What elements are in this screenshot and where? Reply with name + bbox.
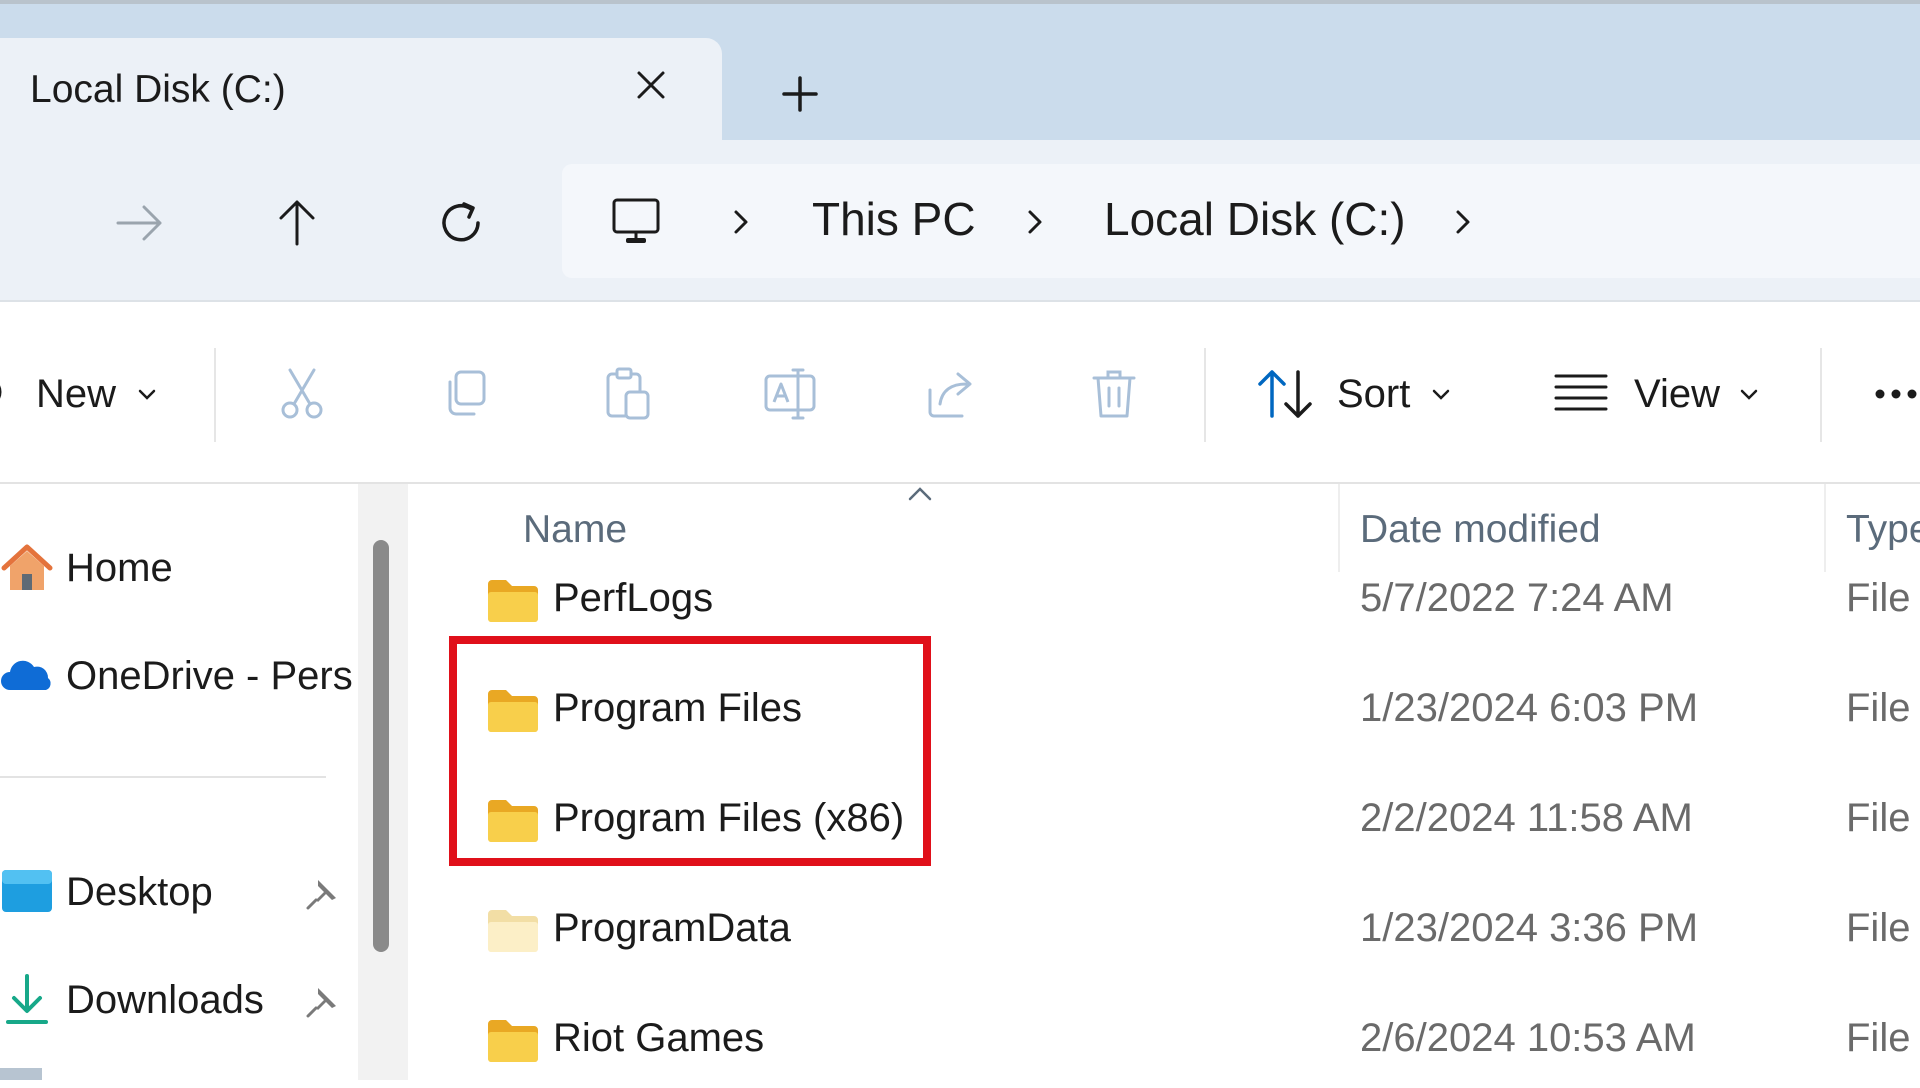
sidebar-item-downloads[interactable]: Downloads: [0, 960, 358, 1040]
new-button[interactable]: New: [0, 302, 176, 484]
sidebar-item-label: Home: [66, 546, 173, 590]
file-list: Name Date modified Type PerfLogs 5/7/202…: [408, 484, 1920, 1080]
tab-strip: Local Disk (C:): [0, 0, 1920, 144]
sort-button-label: Sort: [1337, 372, 1411, 416]
file-name: PerfLogs: [553, 576, 714, 620]
file-type: File: [1846, 686, 1911, 730]
address-bar[interactable]: This PC Local Disk (C:): [562, 164, 1920, 278]
new-tab-icon[interactable]: [770, 64, 830, 124]
chevron-right-icon[interactable]: [1018, 202, 1052, 242]
table-row[interactable]: PerfLogs 5/7/2022 7:24 AM File: [408, 558, 1920, 648]
breadcrumb-this-pc[interactable]: This PC: [812, 192, 976, 246]
command-bar: New Sort View: [0, 302, 1920, 484]
table-row[interactable]: Program Files 1/23/2024 6:03 PM File: [408, 668, 1920, 758]
folder-icon: [488, 910, 538, 952]
file-name: ProgramData: [553, 906, 791, 950]
column-header-name[interactable]: Name: [523, 508, 627, 552]
file-type: File: [1846, 796, 1911, 840]
file-date: 2/2/2024 11:58 AM: [1360, 796, 1693, 840]
sidebar-item-home[interactable]: Home: [0, 528, 358, 608]
sort-button[interactable]: Sort: [1240, 302, 1470, 484]
file-date: 2/6/2024 10:53 AM: [1360, 1016, 1696, 1060]
folder-icon: [488, 1020, 538, 1062]
pin-icon[interactable]: [304, 982, 342, 1020]
toolbar-divider: [1204, 348, 1206, 442]
navigation-pane: Home OneDrive - Perso Desktop Downloads: [0, 484, 358, 1080]
file-type: File: [1846, 906, 1911, 950]
file-date: 1/23/2024 3:36 PM: [1360, 906, 1699, 950]
sidebar-item-onedrive[interactable]: OneDrive - Perso: [0, 636, 358, 716]
file-type: File: [1846, 576, 1911, 620]
cut-icon[interactable]: [272, 364, 332, 424]
more-options-icon[interactable]: [1872, 384, 1920, 404]
sidebar-item-label: OneDrive - Perso: [66, 654, 354, 698]
up-arrow-icon[interactable]: [262, 188, 332, 258]
file-date: 1/23/2024 6:03 PM: [1360, 686, 1699, 730]
refresh-icon[interactable]: [426, 188, 496, 258]
table-row[interactable]: Program Files (x86) 2/2/2024 11:58 AM Fi…: [408, 778, 1920, 868]
delete-icon[interactable]: [1084, 364, 1144, 424]
new-button-label: New: [36, 372, 117, 416]
sidebar-item-label: Desktop: [66, 870, 213, 914]
pin-icon[interactable]: [304, 874, 342, 912]
chevron-right-icon[interactable]: [1446, 202, 1480, 242]
chevron-down-icon: [1432, 389, 1450, 400]
file-name: Program Files (x86): [553, 796, 905, 840]
home-icon: [1, 544, 53, 590]
close-icon[interactable]: [626, 60, 676, 110]
downloads-icon: [6, 974, 48, 1024]
file-name: Riot Games: [553, 1016, 765, 1060]
view-icon: [1554, 374, 1608, 411]
copy-icon[interactable]: [436, 364, 496, 424]
navigation-bar: This PC Local Disk (C:): [0, 140, 1920, 302]
tab-title: Local Disk (C:): [30, 68, 286, 111]
new-icon: [0, 385, 2, 399]
folder-icon: [488, 690, 538, 732]
rename-icon[interactable]: [760, 364, 820, 424]
scrollbar-thumb[interactable]: [373, 540, 389, 952]
view-button[interactable]: View: [1540, 302, 1780, 484]
sort-ascending-icon: [908, 487, 932, 501]
column-header-type[interactable]: Type: [1846, 508, 1920, 552]
tab-local-disk[interactable]: Local Disk (C:): [0, 38, 722, 144]
breadcrumb-local-disk[interactable]: Local Disk (C:): [1104, 192, 1406, 246]
folder-icon: [488, 800, 538, 842]
folder-icon: [488, 580, 538, 622]
table-row[interactable]: Riot Games 2/6/2024 10:53 AM File: [408, 998, 1920, 1088]
column-header-date[interactable]: Date modified: [1360, 508, 1601, 552]
view-button-label: View: [1634, 372, 1720, 416]
toolbar-divider: [1820, 348, 1822, 442]
sidebar-item-label: Downloads: [66, 978, 264, 1022]
chevron-down-icon: [138, 389, 156, 400]
forward-arrow-icon[interactable]: [104, 188, 174, 258]
file-date: 5/7/2022 7:24 AM: [1360, 576, 1674, 620]
sort-icon: [1258, 370, 1312, 418]
share-icon[interactable]: [922, 364, 982, 424]
computer-icon[interactable]: [606, 192, 666, 252]
sidebar-divider: [0, 776, 326, 778]
file-name: Program Files: [553, 686, 802, 730]
paste-icon[interactable]: [598, 364, 658, 424]
desktop-folder-icon: [2, 870, 52, 912]
toolbar-divider: [214, 348, 216, 442]
table-row[interactable]: ProgramData 1/23/2024 3:36 PM File: [408, 888, 1920, 978]
sidebar-item-desktop[interactable]: Desktop: [0, 852, 358, 932]
onedrive-icon: [1, 660, 51, 690]
sidebar-next-item-icon: [0, 1068, 42, 1080]
file-type: File: [1846, 1016, 1911, 1060]
chevron-right-icon[interactable]: [724, 202, 758, 242]
chevron-down-icon: [1740, 389, 1758, 400]
